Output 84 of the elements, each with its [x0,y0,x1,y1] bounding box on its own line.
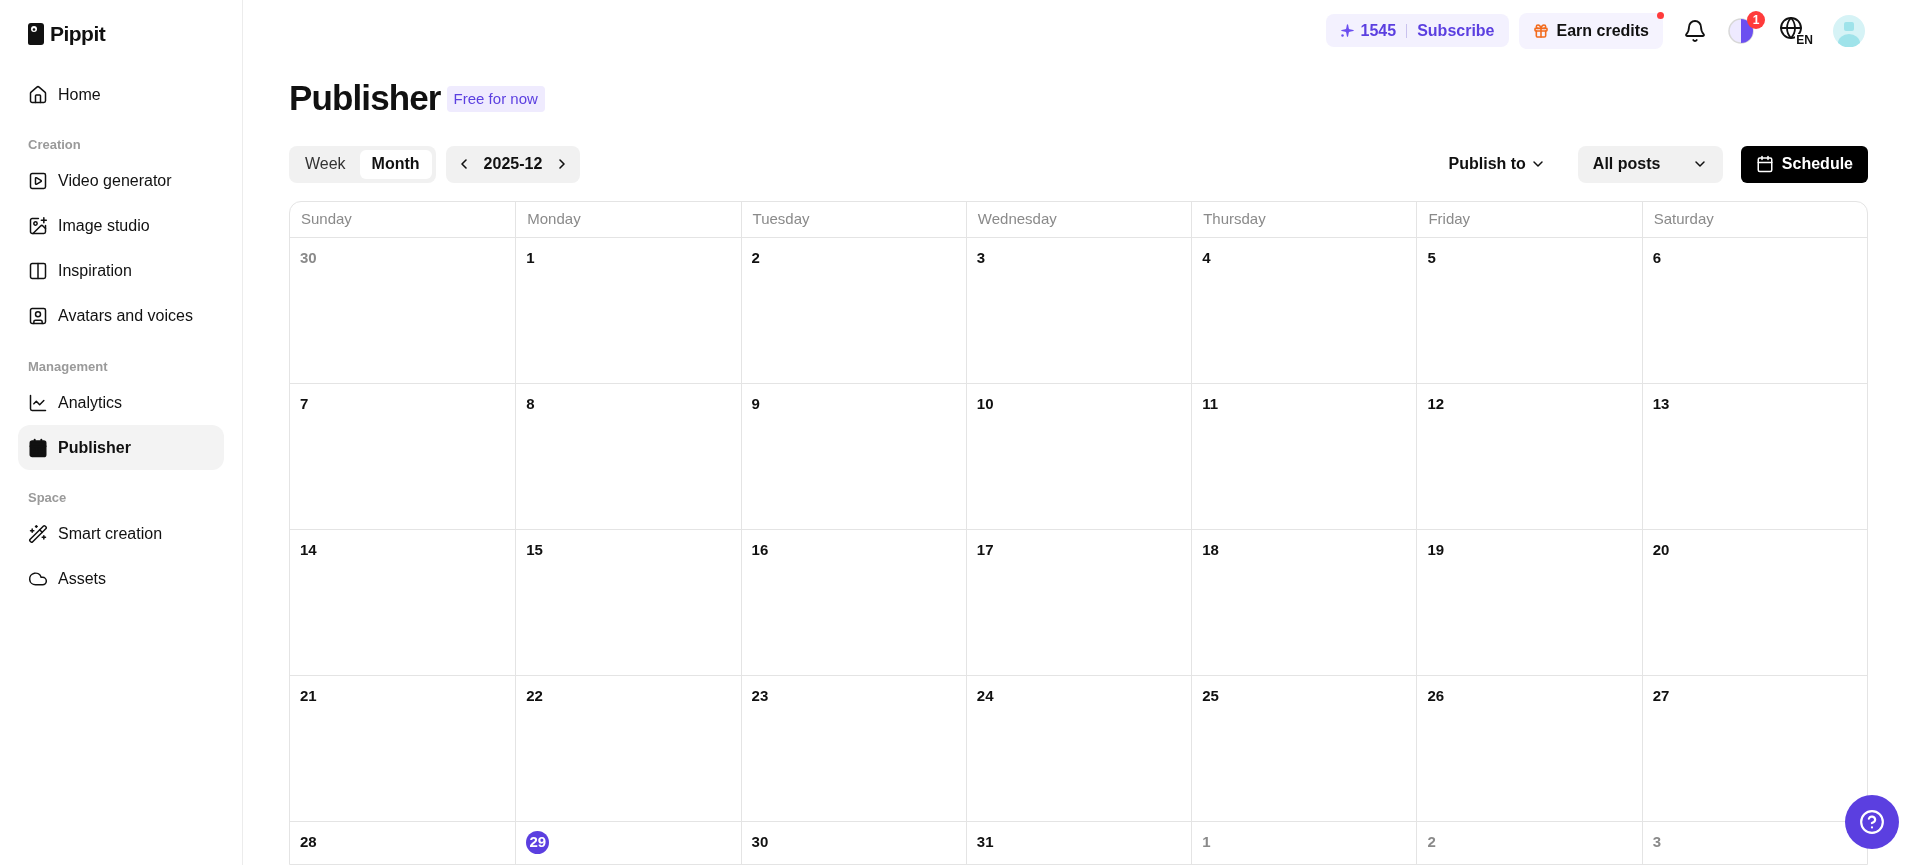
sidebar-item[interactable]: Image studio [18,203,224,249]
sparkle-icon [1339,23,1355,39]
sidebar-item[interactable]: Analytics [18,380,224,425]
sidebar-item[interactable]: Home [18,72,224,117]
day-number[interactable]: 23 [751,684,769,708]
sidebar-item[interactable]: Assets [18,556,224,602]
day-number[interactable]: 2 [751,246,760,270]
day-number[interactable]: 13 [1652,392,1670,416]
sidebar-item[interactable]: Inspiration [18,248,224,294]
bell-icon[interactable] [1683,19,1707,43]
period-label: 2025-12 [483,154,543,175]
weekday-header: Sunday [301,209,352,230]
chart-icon [28,392,48,413]
video-icon [28,171,48,191]
sidebar-item[interactable]: Avatars and voices [18,293,224,339]
day-number[interactable]: 6 [1652,246,1662,270]
day-number[interactable]: 14 [300,538,317,562]
weekday-header: Friday [1428,209,1471,230]
cloud-icon [28,569,48,589]
day-number[interactable]: 16 [751,538,769,562]
weekday-header: Monday [527,209,581,230]
logo-text: Pippit [50,21,106,48]
day-number[interactable]: 25 [1202,684,1219,708]
day-number[interactable]: 18 [1202,538,1219,562]
schedule-button[interactable]: Schedule [1740,145,1868,183]
sidebar-item[interactable]: Publisher [18,425,224,470]
magic-wand-icon [28,524,48,544]
publish-to-dropdown[interactable]: Publish to [1438,152,1556,177]
view-tab[interactable]: Month [359,149,432,179]
help-button[interactable] [1845,795,1899,849]
day-number[interactable]: 20 [1652,538,1670,562]
day-number[interactable]: 15 [526,538,543,562]
day-number[interactable]: 29 [526,830,550,854]
day-number[interactable]: 17 [976,538,994,562]
section-label: Management [27,357,109,376]
panels-icon [28,261,48,281]
day-number[interactable]: 22 [526,684,543,708]
day-number[interactable]: 30 [300,246,317,270]
section-label: Space [27,489,68,507]
calendar-icon [28,437,48,458]
theme-toggle-icon[interactable] [1727,17,1755,45]
view-tab[interactable]: Week [293,149,358,179]
day-number[interactable]: 9 [751,392,760,416]
day-number[interactable]: 31 [976,830,994,854]
day-number[interactable]: 26 [1427,684,1445,708]
weekday-header: Tuesday [752,209,810,230]
credits-count: 1545 [1360,21,1397,41]
day-number[interactable]: 7 [300,392,309,416]
sidebar-item[interactable]: Smart creation [18,511,224,557]
plan-badge: Free for now [446,85,545,113]
day-number[interactable]: 8 [526,392,535,416]
language-button[interactable]: EN [1779,16,1813,46]
day-number[interactable]: 5 [1427,246,1436,270]
credits-pill[interactable]: 1545 Subscribe [1325,14,1509,48]
subscribe-link[interactable]: Subscribe [1417,19,1495,43]
user-card-icon [28,306,48,326]
logo-icon [28,23,44,45]
home-icon [28,84,48,105]
page-title: Publisher [289,76,441,119]
day-number[interactable]: 1 [526,246,535,270]
day-number[interactable]: 4 [1202,246,1211,270]
gift-icon [1532,23,1549,39]
image-icon [28,216,48,236]
sidebar-item[interactable]: Video generator [18,158,224,204]
day-number[interactable]: 12 [1427,392,1445,416]
day-number[interactable]: 10 [976,392,994,416]
weekday-header: Saturday [1653,209,1714,230]
day-number[interactable]: 3 [1652,830,1662,854]
earn-credits-button[interactable]: Earn credits [1518,13,1663,49]
calendar-icon [1755,155,1774,174]
day-number[interactable]: 27 [1652,684,1670,708]
help-icon [1859,809,1885,835]
day-number[interactable]: 3 [976,246,986,270]
section-label: Creation [27,136,82,154]
day-number[interactable]: 19 [1427,538,1445,562]
notification-badge: 1 [1747,11,1765,29]
weekday-header: Wednesday [977,209,1057,230]
day-number[interactable]: 24 [976,684,994,708]
weekday-header: Thursday [1203,209,1266,230]
day-number[interactable]: 28 [300,830,317,854]
day-number[interactable]: 11 [1202,392,1218,416]
day-number[interactable]: 21 [300,684,317,708]
posts-filter-dropdown[interactable]: All posts [1577,145,1723,183]
day-number[interactable]: 30 [751,830,769,854]
